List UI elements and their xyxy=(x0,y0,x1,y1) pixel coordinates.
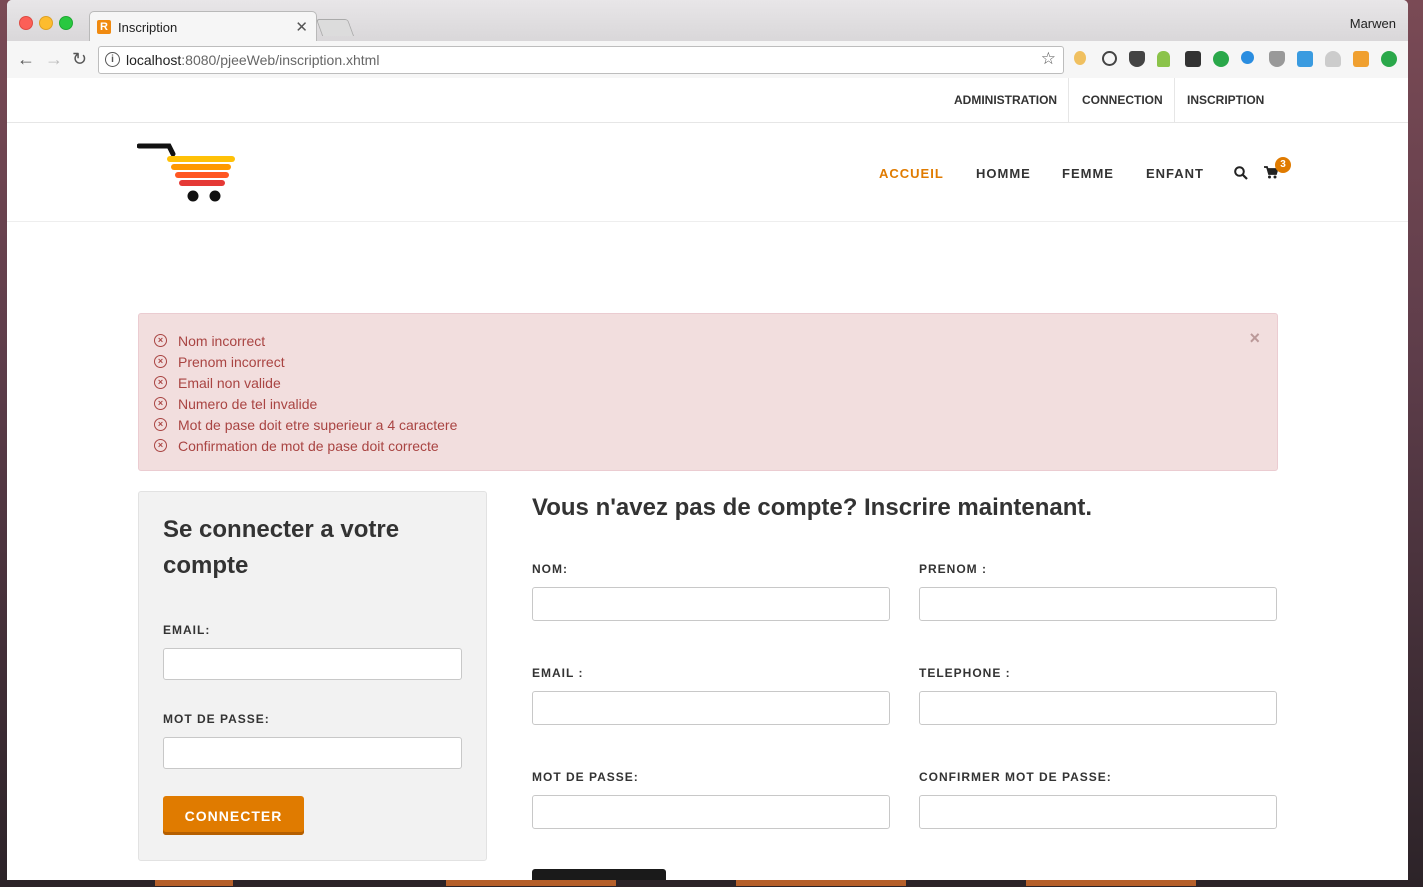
background-strip xyxy=(446,880,616,886)
binoculars-extension-icon[interactable] xyxy=(1185,51,1201,67)
background-strip xyxy=(1026,880,1196,886)
cart-logo[interactable] xyxy=(137,140,237,204)
error-text: Mot de pase doit etre superieur a 4 cara… xyxy=(178,416,458,433)
blue-badge-extension-icon[interactable] xyxy=(1241,51,1254,64)
browser-titlebar: R Inscription ✕ Marwen xyxy=(7,0,1408,43)
search-icon[interactable] xyxy=(1234,166,1248,180)
orange-grid-extension-icon[interactable] xyxy=(1353,51,1369,67)
error-text: Prenom incorrect xyxy=(178,353,285,370)
nav-enfant[interactable]: ENFANT xyxy=(1146,166,1204,181)
favicon-icon: R xyxy=(97,20,111,34)
error-item: × Confirmation de mot de pase doit correc… xyxy=(154,435,457,456)
nav-divider xyxy=(1068,78,1069,122)
nom-label: NOM: xyxy=(532,562,568,576)
error-alert: × Nom incorrect × Prenom incorrect × Email … xyxy=(138,313,1278,471)
ghost-extension-icon[interactable] xyxy=(1325,51,1341,67)
password-label: MOT DE PASSE: xyxy=(532,770,639,784)
register-title: Vous n'avez pas de compte? Inscrire main… xyxy=(532,494,1093,521)
nav-link-administration[interactable]: ADMINISTRATION xyxy=(954,78,1057,122)
email-input[interactable] xyxy=(532,691,890,725)
prenom-input[interactable] xyxy=(919,587,1277,621)
site-header: ACCUEIL HOMME FEMME ENFANT 3 xyxy=(7,123,1408,222)
error-item: × Nom incorrect xyxy=(154,330,457,351)
error-item: × Prenom incorrect xyxy=(154,351,457,372)
pocket-extension-icon[interactable] xyxy=(1129,51,1145,67)
tab-title: Inscription xyxy=(118,20,178,35)
confirm-password-label: CONFIRMER MOT DE PASSE: xyxy=(919,770,1112,784)
login-panel: Se connecter a votre compte EMAIL: MOT D… xyxy=(138,491,487,861)
browser-tab[interactable]: R Inscription ✕ xyxy=(89,11,317,43)
cart-count-badge: 3 xyxy=(1275,157,1291,173)
android-extension-icon[interactable] xyxy=(1157,51,1170,67)
error-text: Nom incorrect xyxy=(178,332,266,349)
error-item: × Mot de pase doit etre superieur a 4 car… xyxy=(154,414,457,435)
new-tab-button[interactable] xyxy=(315,19,355,36)
forward-icon[interactable]: → xyxy=(45,49,63,70)
onepassword-extension-icon[interactable] xyxy=(1102,51,1117,66)
browser-window: R Inscription ✕ Marwen ← → ↻ i localhost… xyxy=(7,0,1408,880)
error-circle-icon: × xyxy=(154,355,167,368)
email-label: EMAIL : xyxy=(532,666,584,680)
close-window-button[interactable] xyxy=(19,16,33,30)
error-circle-icon: × xyxy=(154,418,167,431)
login-password-input[interactable] xyxy=(163,737,462,769)
error-circle-icon: × xyxy=(154,439,167,452)
login-password-label: MOT DE PASSE: xyxy=(163,712,270,726)
address-bar[interactable]: i localhost:8080/pjeeWeb/inscription.xht… xyxy=(98,46,1064,74)
minimize-window-button[interactable] xyxy=(39,16,53,30)
nav-divider xyxy=(1174,78,1175,122)
telephone-label: TELEPHONE : xyxy=(919,666,1011,680)
profile-name[interactable]: Marwen xyxy=(1350,16,1396,31)
browser-toolbar: ← → ↻ i localhost:8080/pjeeWeb/inscripti… xyxy=(7,41,1408,79)
error-text: Numero de tel invalide xyxy=(178,395,318,412)
reload-icon[interactable]: ↻ xyxy=(72,49,87,70)
tab-close-icon[interactable]: ✕ xyxy=(295,18,308,36)
connect-button[interactable]: CONNECTER xyxy=(163,796,304,835)
nav-link-connection[interactable]: CONNECTION xyxy=(1082,78,1163,122)
error-circle-icon: × xyxy=(154,334,167,347)
prenom-label: PRENOM : xyxy=(919,562,987,576)
background-strip xyxy=(155,880,233,886)
password-input[interactable] xyxy=(532,795,890,829)
fi-extension-icon[interactable] xyxy=(1297,51,1313,67)
nav-link-inscription[interactable]: INSCRIPTION xyxy=(1187,78,1264,122)
nav-homme[interactable]: HOMME xyxy=(976,166,1031,181)
green-d-extension-icon[interactable] xyxy=(1213,51,1229,67)
background-strip xyxy=(736,880,906,886)
confirm-password-input[interactable] xyxy=(919,795,1277,829)
error-circle-icon: × xyxy=(154,397,167,410)
nav-accueil[interactable]: ACCUEIL xyxy=(879,166,944,181)
login-email-label: EMAIL: xyxy=(163,623,211,637)
telephone-input[interactable] xyxy=(919,691,1277,725)
nav-femme[interactable]: FEMME xyxy=(1062,166,1114,181)
web-page: ADMINISTRATION CONNECTION INSCRIPTION AC… xyxy=(7,78,1408,880)
error-item: × Numero de tel invalide xyxy=(154,393,457,414)
error-text: Email non valide xyxy=(178,374,281,391)
alert-close-icon[interactable]: × xyxy=(1249,328,1260,349)
register-submit-button[interactable] xyxy=(532,869,666,880)
maximize-window-button[interactable] xyxy=(59,16,73,30)
shield-extension-icon[interactable] xyxy=(1269,51,1285,67)
login-title: Se connecter a votre compte xyxy=(163,516,400,579)
error-item: × Email non valide xyxy=(154,372,457,393)
nom-input[interactable] xyxy=(532,587,890,621)
back-icon[interactable]: ← xyxy=(17,49,35,70)
java-extension-icon[interactable] xyxy=(1074,51,1086,65)
url-path: :8080/pjeeWeb/inscription.xhtml xyxy=(181,52,380,68)
green-arrow-extension-icon[interactable] xyxy=(1381,51,1397,67)
error-circle-icon: × xyxy=(154,376,167,389)
url-text: localhost:8080/pjeeWeb/inscription.xhtml xyxy=(126,52,379,68)
info-icon[interactable]: i xyxy=(105,52,120,67)
login-email-input[interactable] xyxy=(163,648,462,680)
url-host: localhost xyxy=(126,52,182,68)
top-utility-nav: ADMINISTRATION CONNECTION INSCRIPTION xyxy=(7,78,1408,123)
error-list: × Nom incorrect × Prenom incorrect × Email … xyxy=(154,330,457,456)
bookmark-star-icon[interactable]: ☆ xyxy=(1041,49,1056,69)
error-text: Confirmation de mot de pase doit correct… xyxy=(178,437,439,454)
